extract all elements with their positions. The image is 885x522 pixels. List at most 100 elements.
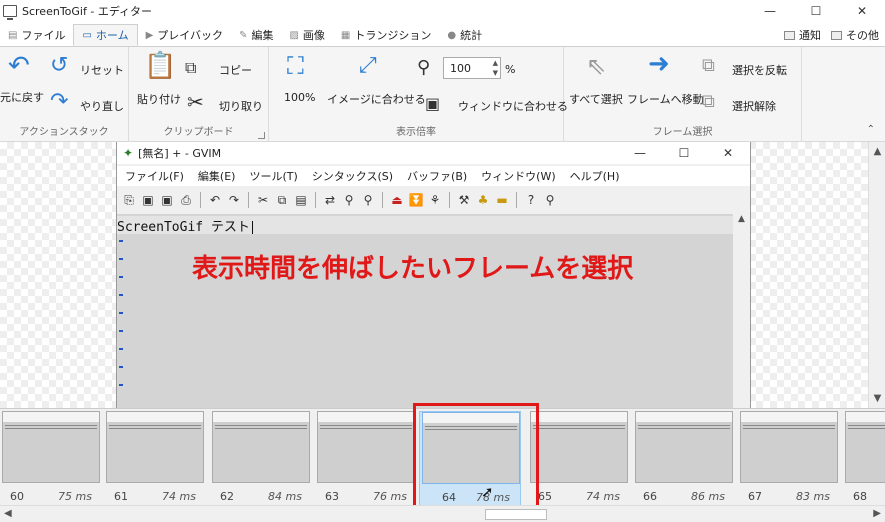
replace-icon: ⇄ [324,193,336,207]
app-monitor-icon [3,5,17,20]
collapse-ribbon-icon[interactable]: ⌃ [867,124,875,135]
edit-icon: ✎ [239,29,248,41]
frame-number: 68 [853,490,867,503]
frame-thumbnail [2,411,100,483]
zoom-input[interactable]: 100 ▲ ▼ [443,57,501,79]
select-all-button[interactable]: すべて選択 [569,91,623,107]
tab-edit[interactable]: ✎ 編集 [231,24,281,46]
gvim-menu-item: バッファ(B) [407,170,468,183]
play-icon: ▶ [145,29,154,41]
invert-selection-button[interactable]: 選択を反転 [732,62,787,78]
frame-number: 62 [220,490,234,503]
toolbar-separator [449,192,450,208]
redo-button[interactable]: やり直し [80,98,124,114]
save-icon: ▣ [142,193,154,207]
empty-line-marker [119,330,123,332]
reset-button[interactable]: リセット [80,62,124,78]
empty-line-marker [119,294,123,296]
frame-item[interactable]: 60 75 ms [0,411,102,506]
empty-line-marker [119,240,123,242]
cut-button[interactable]: 切り取り [219,98,263,114]
gvim-menu-item: ファイル(F) [125,170,184,183]
zoom-unit: % [505,63,516,76]
zoom-spinner[interactable]: ▲ ▼ [493,58,498,78]
frame-item[interactable]: 61 74 ms [104,411,206,506]
scroll-down-icon[interactable]: ▼ [869,393,885,404]
frame-item[interactable]: 66 86 ms [633,411,735,506]
canvas-vertical-scrollbar[interactable]: ▲ ▼ [868,142,885,408]
tab-transition[interactable]: ▦ トランジション [333,24,439,46]
frame-duration: 74 ms [586,490,620,503]
make-icon: ⚒ [458,193,470,207]
notification-button[interactable]: 通知 [782,24,823,46]
other-icon [831,30,842,40]
clipboard-launcher-icon[interactable] [258,132,265,139]
scroll-left-icon[interactable]: ◀ [4,508,12,519]
tag-icon: ▬ [496,193,508,207]
tab-file[interactable]: ▤ ファイル [0,24,73,46]
run-script-icon: ⚘ [429,193,441,207]
fit-image-button[interactable]: イメージに合わせる [327,91,426,107]
fullsize-icon: ⛶ [287,52,304,80]
scroll-up-icon[interactable]: ▲ [869,146,885,157]
zoom-search-icon: ⚲ [417,57,431,78]
toolbar-separator [315,192,316,208]
empty-line-marker [119,366,123,368]
clipboard-group: 📋 貼り付け ⧉ コピー ✂ 切り取り クリップボード [129,47,269,143]
fit-window-button[interactable]: ウィンドウに合わせる [458,98,568,114]
gvim-menu-item: ヘルプ(H) [569,170,620,183]
save-all-icon: ▣ [161,193,173,207]
frame-item[interactable]: 68 [843,411,885,506]
copy-icon: ⧉ [185,58,197,77]
tab-home[interactable]: ▭ ホーム [73,24,138,46]
go-to-frame-button[interactable]: フレームへ移動 [627,91,704,107]
frame-thumbnail [635,411,733,483]
gvim-toolbar: ⎘ ▣ ▣ ⎙ ↶ ↷ ✂ ⧉ ▤ ⇄ ⚲ ⚲ ⏏ ⏬ ⚘ ⚒ ♣ ▬ ? ⚲ [117,188,750,212]
scroll-thumb[interactable] [485,509,547,520]
copy-icon: ⧉ [277,193,287,207]
deselect-icon: ⧉ [702,91,715,112]
undo-button[interactable]: 元に戻す [0,89,44,105]
copy-button[interactable]: コピー [219,62,252,78]
paste-button[interactable]: 貼り付け [137,91,181,107]
clipboard-label: クリップボード [163,127,234,138]
frame-item[interactable]: 62 84 ms [210,411,312,506]
minimize-button[interactable]: — [747,0,793,22]
deselect-button[interactable]: 選択解除 [732,98,776,114]
undo-icon: ↶ [209,193,221,207]
shell-icon: ♣ [477,193,489,207]
frame-item[interactable]: 65 74 ms [528,411,630,506]
transition-icon: ▦ [340,29,351,41]
gvim-titlebar: ✦ [無名] + - GVIM — ☐ ✕ [117,142,750,164]
frame-strip-scrollbar[interactable]: ◀ ▶ [0,505,885,522]
find-next-icon: ⚲ [344,193,354,207]
tab-statistics[interactable]: ● 統計 [439,24,490,46]
tab-image[interactable]: ▨ 画像 [281,24,332,46]
maximize-button[interactable]: ☐ [793,0,839,22]
undo-icon: ↶ [8,51,30,81]
gvim-menubar: ファイル(F) 編集(E) ツール(T) シンタックス(S) バッファ(B) ウ… [117,166,750,186]
image-icon: ▨ [289,29,299,41]
close-button[interactable]: ✕ [839,0,885,22]
arrow-right-icon: ➜ [648,49,670,79]
frame-thumbnail [530,411,628,483]
frame-number: 65 [538,490,552,503]
frame-duration: 83 ms [796,490,830,503]
gvim-scroll-up-icon: ▲ [738,214,745,224]
frame-item[interactable]: 67 83 ms [738,411,840,506]
fit-image-icon: ⤢ [359,53,377,78]
frame-number: 61 [114,490,128,503]
file-icon: ▤ [8,29,18,41]
cut-icon: ✂ [257,193,269,207]
cursor-select-icon: ⇖ [586,52,607,80]
zoom-100-button[interactable]: 100% [284,91,315,104]
frame-duration: 76 ms [373,490,407,503]
other-button[interactable]: その他 [829,24,881,46]
tab-playback[interactable]: ▶ プレイバック [138,24,231,46]
action-stack-label: アクションスタック [19,127,109,138]
scroll-right-icon[interactable]: ▶ [873,508,881,519]
frame-item[interactable]: 63 76 ms [315,411,417,506]
ribbon-home: ↶ 元に戻す ↺ リセット ↷ やり直し アクションスタック 📋 貼り付け ⧉ … [0,46,885,143]
zoom-label: 表示倍率 [396,127,436,138]
frame-select-group: ⇖ すべて選択 ➜ フレームへ移動 ⧉ 選択を反転 ⧉ 選択解除 フレーム選択 [564,47,802,143]
